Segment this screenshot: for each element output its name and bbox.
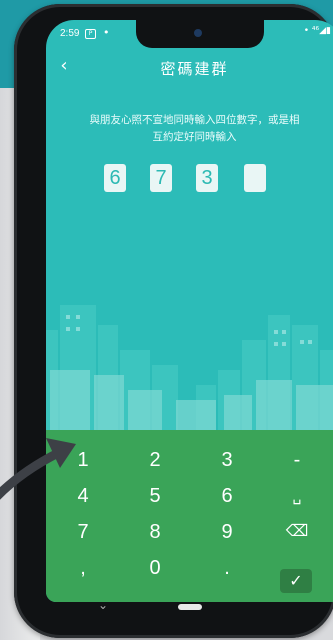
backspace-icon[interactable]: ⌫ (262, 514, 332, 550)
chevron-down-icon[interactable]: ⌄ (98, 598, 108, 612)
pin-digit-1: 6 (104, 164, 126, 192)
home-pill-icon[interactable] (178, 604, 202, 610)
camera-notch (136, 20, 264, 48)
phone-frame: 2:59 P • • ⁴⁶◢▮ ‹ 密碼建群 與朋友心照不宣地同時輸入四位數字，… (14, 4, 333, 638)
key-period[interactable]: . (192, 550, 262, 586)
key-7[interactable]: 7 (48, 514, 118, 550)
status-time: 2:59 (60, 28, 80, 39)
city-skyline-illustration (46, 305, 333, 430)
pointer-arrow-icon (0, 438, 76, 500)
notification-icon: P (85, 29, 96, 39)
check-icon[interactable]: ✓ (280, 569, 312, 593)
key-minus[interactable]: - (262, 442, 332, 478)
key-8[interactable]: 8 (120, 514, 190, 550)
top-app-bar: ‹ 密碼建群 (46, 50, 333, 84)
app-screen: 2:59 P • • ⁴⁶◢▮ ‹ 密碼建群 與朋友心照不宣地同時輸入四位數字，… (46, 20, 333, 602)
page-title: 密碼建群 (160, 60, 229, 78)
key-6[interactable]: 6 (192, 478, 262, 514)
key-3[interactable]: 3 (192, 442, 262, 478)
pin-input[interactable]: 6 7 3 (104, 164, 304, 196)
pin-digit-2: 7 (150, 164, 172, 192)
pin-digit-3: 3 (196, 164, 218, 192)
key-2[interactable]: 2 (120, 442, 190, 478)
signal-battery-icons: • ⁴⁶◢▮ (303, 26, 331, 36)
key-9[interactable]: 9 (192, 514, 262, 550)
system-nav-bar: ⌄ (60, 592, 330, 622)
front-camera-icon (194, 29, 202, 37)
status-dot: • (103, 26, 110, 39)
space-icon[interactable]: ␣ (262, 478, 332, 514)
instruction-text: 與朋友心照不宣地同時輸入四位數字，或是相互約定好同時輸入 (89, 114, 300, 143)
key-5[interactable]: 5 (120, 478, 190, 514)
key-0[interactable]: 0 (120, 550, 190, 586)
key-comma[interactable]: , (48, 550, 118, 586)
pin-digit-4 (244, 164, 266, 192)
